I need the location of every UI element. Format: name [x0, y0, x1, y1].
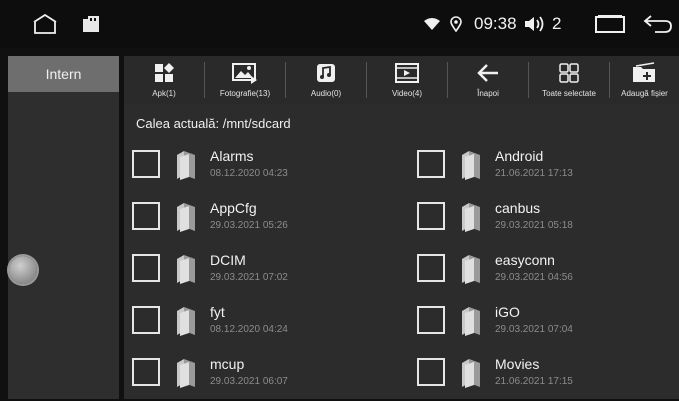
item-checkbox[interactable] — [132, 306, 160, 334]
file-name: Movies — [495, 356, 540, 372]
back-arrow-icon — [448, 60, 528, 86]
file-date: 21.06.2021 17:13 — [495, 168, 573, 179]
select-all-label: Toate selectate — [542, 89, 596, 98]
tab-intern[interactable]: Intern — [8, 56, 119, 92]
folder-icon — [177, 203, 195, 232]
clock: 09:38 — [474, 14, 517, 33]
folder-icon — [462, 151, 480, 180]
status-bar: 09:38 2 — [0, 0, 679, 48]
file-date: 21.06.2021 17:15 — [495, 376, 573, 387]
volume-icon[interactable] — [523, 0, 547, 48]
audio-label: Audio(0) — [310, 89, 342, 98]
file-name: easyconn — [495, 252, 555, 268]
apk-button[interactable]: Apk(1) — [124, 56, 204, 104]
home-icon[interactable] — [32, 0, 58, 48]
folder-icon — [177, 359, 195, 388]
toolbar: Apk(1) Fotografie(13) Audio(0) Video(4) … — [124, 56, 679, 105]
list-item[interactable]: iGO 29.03.2021 07:04 — [409, 298, 679, 344]
floating-assistive-button[interactable] — [9, 256, 37, 284]
volume-level: 2 — [552, 14, 562, 33]
file-date: 08.12.2020 04:23 — [210, 168, 288, 179]
storage-panel: Intern — [8, 56, 119, 399]
file-date: 08.12.2020 04:24 — [210, 324, 288, 335]
list-item[interactable]: Android 21.06.2021 17:13 — [409, 142, 679, 188]
list-item[interactable]: AppCfg 29.03.2021 05:26 — [124, 194, 394, 240]
current-path: Calea actuală: /mnt/sdcard — [136, 116, 291, 131]
list-item[interactable]: fyt 08.12.2020 04:24 — [124, 298, 394, 344]
list-item[interactable]: DCIM 29.03.2021 07:02 — [124, 246, 394, 292]
item-checkbox[interactable] — [132, 254, 160, 282]
video-icon — [367, 60, 447, 86]
file-date: 29.03.2021 04:56 — [495, 272, 573, 283]
file-name: Android — [495, 148, 544, 164]
list-item[interactable]: canbus 29.03.2021 05:18 — [409, 194, 679, 240]
add-folder-icon — [610, 60, 679, 86]
list-item[interactable]: easyconn 29.03.2021 04:56 — [409, 246, 679, 292]
list-item[interactable]: Alarms 08.12.2020 04:23 — [124, 142, 394, 188]
folder-icon — [177, 151, 195, 180]
item-checkbox[interactable] — [417, 150, 445, 178]
item-checkbox[interactable] — [417, 254, 445, 282]
file-name: fyt — [210, 304, 225, 320]
folder-icon — [462, 255, 480, 284]
photos-button[interactable]: Fotografie(13) — [205, 56, 285, 104]
back-label: Înapoi — [477, 89, 499, 98]
select-all-icon — [529, 60, 609, 86]
folder-icon — [462, 203, 480, 232]
folder-icon — [462, 307, 480, 336]
folder-icon — [177, 255, 195, 284]
wifi-icon — [423, 0, 441, 48]
add-file-label: Adaugă fișier — [621, 89, 668, 98]
file-name: canbus — [495, 200, 541, 216]
file-name: mcup — [210, 356, 245, 372]
recent-apps-icon[interactable] — [594, 0, 626, 48]
item-checkbox[interactable] — [132, 150, 160, 178]
item-checkbox[interactable] — [417, 358, 445, 386]
audio-button[interactable]: Audio(0) — [286, 56, 366, 104]
file-name: Alarms — [210, 148, 254, 164]
folder-icon — [462, 359, 480, 388]
back-button[interactable]: Înapoi — [448, 56, 528, 104]
folder-icon — [177, 307, 195, 336]
list-item[interactable]: mcup 29.03.2021 06:07 — [124, 350, 394, 396]
photo-icon — [205, 60, 285, 86]
file-date: 29.03.2021 07:02 — [210, 272, 288, 283]
file-list-panel: Calea actuală: /mnt/sdcard Alarms 08.12.… — [124, 104, 679, 399]
list-item[interactable]: Movies 21.06.2021 17:15 — [409, 350, 679, 396]
item-checkbox[interactable] — [417, 202, 445, 230]
file-name: DCIM — [210, 252, 246, 268]
back-icon[interactable] — [643, 0, 673, 48]
file-date: 29.03.2021 07:04 — [495, 324, 573, 335]
file-date: 29.03.2021 05:18 — [495, 220, 573, 231]
file-name: iGO — [495, 304, 520, 320]
add-file-button[interactable]: Adaugă fișier — [610, 56, 679, 104]
video-label: Video(4) — [391, 89, 423, 98]
item-checkbox[interactable] — [417, 306, 445, 334]
file-date: 29.03.2021 05:26 — [210, 220, 288, 231]
item-checkbox[interactable] — [132, 202, 160, 230]
select-all-button[interactable]: Toate selectate — [529, 56, 609, 104]
sd-card-icon — [81, 0, 101, 48]
apk-label: Apk(1) — [152, 89, 176, 98]
music-icon — [286, 60, 366, 86]
file-date: 29.03.2021 06:07 — [210, 376, 288, 387]
file-name: AppCfg — [210, 200, 257, 216]
apk-icon — [124, 60, 204, 86]
location-pin-icon — [450, 0, 462, 48]
item-checkbox[interactable] — [132, 358, 160, 386]
photos-label: Fotografie(13) — [219, 89, 271, 98]
video-button[interactable]: Video(4) — [367, 56, 447, 104]
